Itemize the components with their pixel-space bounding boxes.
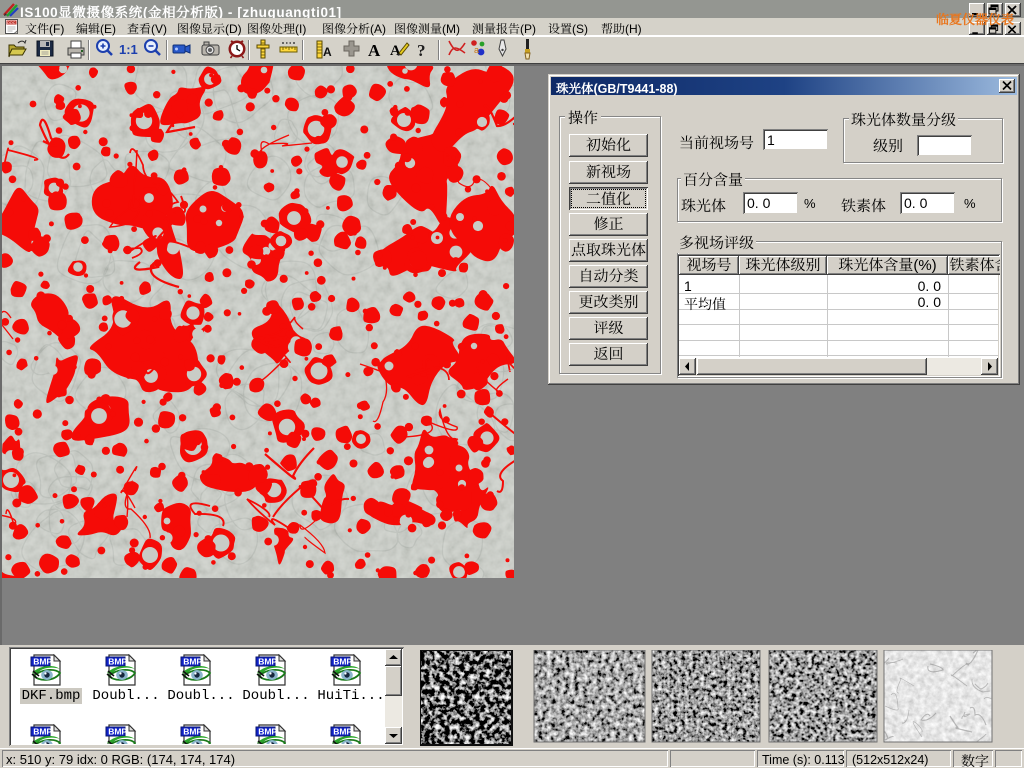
- svg-text:BMP: BMP: [33, 657, 52, 667]
- svg-text:A: A: [323, 45, 332, 59]
- svg-text:BMP: BMP: [183, 657, 202, 667]
- svg-text:1:1: 1:1: [119, 42, 138, 57]
- svg-text:BMP: BMP: [333, 727, 352, 737]
- svg-text:?: ?: [417, 41, 426, 60]
- svg-text:A: A: [390, 43, 401, 59]
- svg-text:A: A: [368, 41, 381, 60]
- svg-text:BMP: BMP: [258, 657, 277, 667]
- svg-text:BMP: BMP: [333, 657, 352, 667]
- svg-text:BMP: BMP: [33, 727, 52, 737]
- svg-text:BMP: BMP: [183, 727, 202, 737]
- svg-text:BMP: BMP: [258, 727, 277, 737]
- svg-text:BMP: BMP: [108, 657, 127, 667]
- svg-text:BMP: BMP: [108, 727, 127, 737]
- svg-text:a: a: [474, 45, 479, 55]
- svg-text:DOC: DOC: [7, 21, 16, 25]
